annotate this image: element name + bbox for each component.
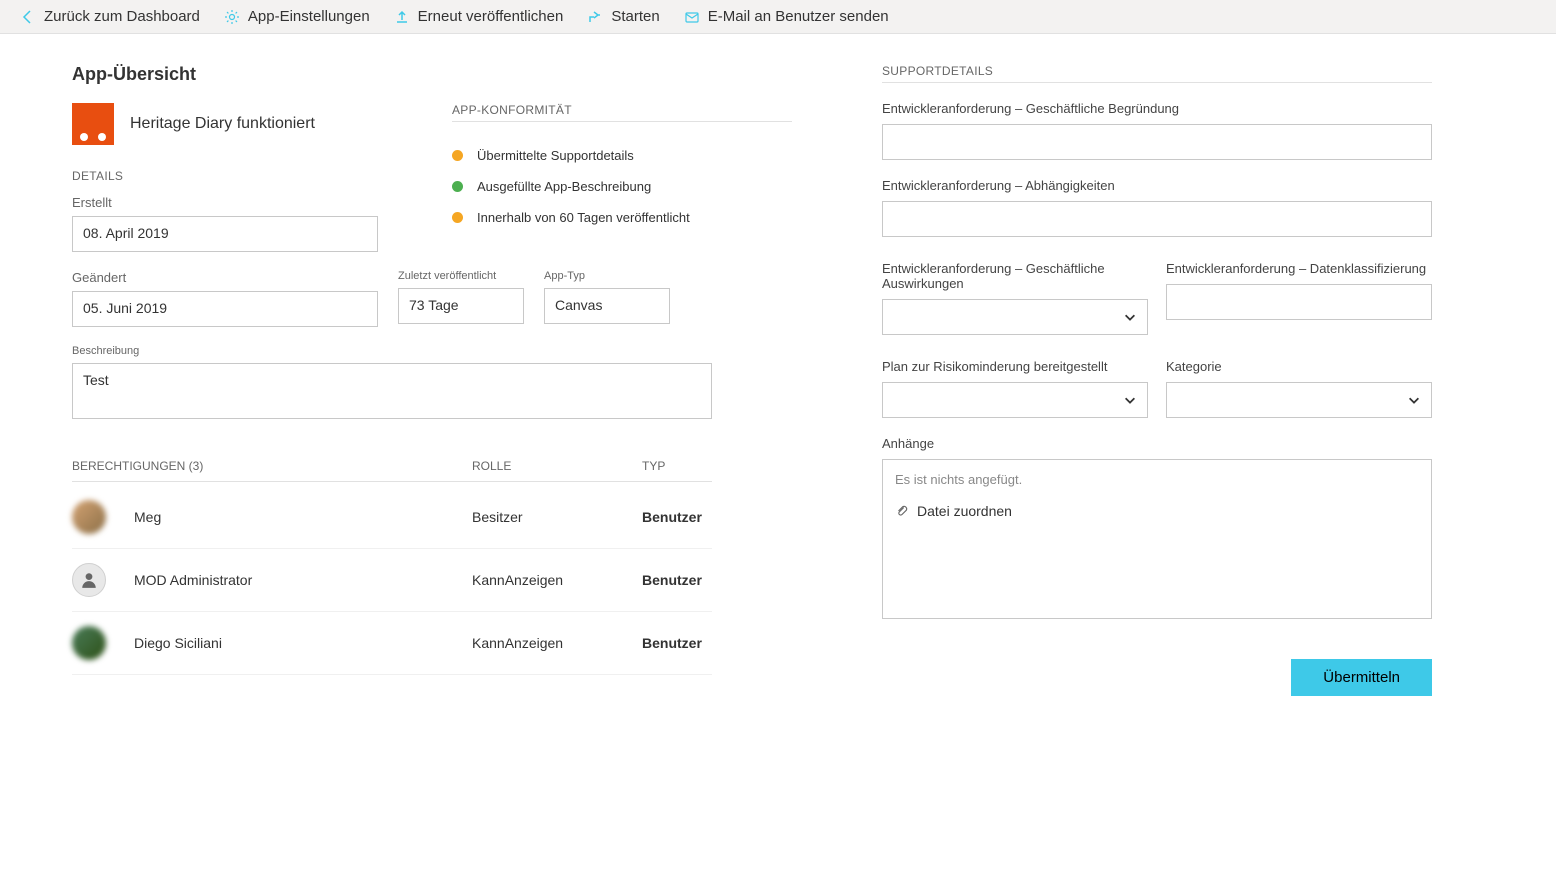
- support-title: SUPPORTDETAILS: [882, 64, 1432, 83]
- dependencies-label: Entwickleranforderung – Abhängigkeiten: [882, 178, 1432, 193]
- right-column: SUPPORTDETAILS Entwickleranforderung – G…: [882, 64, 1432, 696]
- republish-button[interactable]: Erneut veröffentlichen: [394, 8, 564, 25]
- data-classification-input[interactable]: [1166, 284, 1432, 320]
- app-name: Heritage Diary funktioniert: [130, 115, 315, 133]
- compliance-item: Innerhalb von 60 Tagen veröffentlicht: [452, 202, 792, 233]
- permissions-col-role: ROLLE: [472, 459, 642, 473]
- settings-label: App-Einstellungen: [248, 8, 370, 25]
- data-classification-label: Entwickleranforderung – Datenklassifizie…: [1166, 261, 1432, 276]
- description-value: Test: [72, 363, 712, 419]
- attachments-box: Es ist nichts angefügt. Datei zuordnen: [882, 459, 1432, 619]
- status-dot-green: [452, 181, 463, 192]
- start-button[interactable]: Starten: [587, 8, 659, 25]
- business-justification-input[interactable]: [882, 124, 1432, 160]
- description-label: Beschreibung: [72, 345, 792, 357]
- chevron-down-icon: [1123, 310, 1137, 324]
- risk-mitigation-dropdown[interactable]: [882, 382, 1148, 418]
- apptype-label: App-Typ: [544, 270, 670, 282]
- perm-type: Benutzer: [642, 572, 712, 588]
- attachments-label: Anhänge: [882, 436, 1432, 451]
- app-header: Heritage Diary funktioniert: [72, 103, 432, 145]
- arrow-left-icon: [20, 9, 36, 25]
- risk-mitigation-label: Plan zur Risikominderung bereitgestellt: [882, 359, 1148, 374]
- upload-icon: [394, 9, 410, 25]
- left-column: App-Übersicht Heritage Diary funktionier…: [72, 64, 792, 696]
- toolbar: Zurück zum Dashboard App-Einstellungen E…: [0, 0, 1556, 34]
- republish-label: Erneut veröffentlichen: [418, 8, 564, 25]
- chevron-down-icon: [1407, 393, 1421, 407]
- created-label: Erstellt: [72, 195, 432, 210]
- details-section-label: DETAILS: [72, 169, 432, 183]
- dependencies-input[interactable]: [882, 201, 1432, 237]
- back-label: Zurück zum Dashboard: [44, 8, 200, 25]
- avatar: [72, 626, 106, 660]
- apptype-value: Canvas: [544, 288, 670, 324]
- content: App-Übersicht Heritage Diary funktionier…: [0, 34, 1556, 726]
- status-dot-orange: [452, 212, 463, 223]
- status-dot-orange: [452, 150, 463, 161]
- mail-icon: [684, 9, 700, 25]
- person-icon: [80, 571, 98, 589]
- chevron-down-icon: [1123, 393, 1137, 407]
- start-label: Starten: [611, 8, 659, 25]
- perm-role: KannAnzeigen: [472, 572, 642, 588]
- gear-icon: [224, 9, 240, 25]
- page-title: App-Übersicht: [72, 64, 792, 85]
- back-button[interactable]: Zurück zum Dashboard: [20, 8, 200, 25]
- compliance-text: Ausgefüllte App-Beschreibung: [477, 179, 651, 194]
- compliance-title: APP-KONFORMITÄT: [452, 103, 792, 122]
- compliance-text: Übermittelte Supportdetails: [477, 148, 634, 163]
- email-button[interactable]: E-Mail an Benutzer senden: [684, 8, 889, 25]
- permissions-title: BERECHTIGUNGEN (3): [72, 459, 472, 473]
- business-justification-label: Entwickleranforderung – Geschäftliche Be…: [882, 101, 1432, 116]
- perm-name: MOD Administrator: [134, 572, 252, 588]
- lastpub-label: Zuletzt veröffentlicht: [398, 270, 524, 282]
- business-impact-dropdown[interactable]: [882, 299, 1148, 335]
- table-row: Meg Besitzer Benutzer: [72, 486, 712, 549]
- attach-file-button[interactable]: Datei zuordnen: [895, 503, 1419, 519]
- permissions-section: BERECHTIGUNGEN (3) ROLLE TYP Meg Besitze…: [72, 459, 712, 675]
- category-dropdown[interactable]: [1166, 382, 1432, 418]
- table-row: Diego Siciliani KannAnzeigen Benutzer: [72, 612, 712, 675]
- submit-button[interactable]: Übermitteln: [1291, 659, 1432, 696]
- created-value: 08. April 2019: [72, 216, 378, 252]
- avatar: [72, 563, 106, 597]
- compliance-list: Übermittelte Supportdetails Ausgefüllte …: [452, 140, 792, 233]
- lastpub-value: 73 Tage: [398, 288, 524, 324]
- compliance-item: Ausgefüllte App-Beschreibung: [452, 171, 792, 202]
- table-row: MOD Administrator KannAnzeigen Benutzer: [72, 549, 712, 612]
- compliance-text: Innerhalb von 60 Tagen veröffentlicht: [477, 210, 690, 225]
- perm-role: Besitzer: [472, 509, 642, 525]
- perm-role: KannAnzeigen: [472, 635, 642, 651]
- share-icon: [587, 9, 603, 25]
- modified-value: 05. Juni 2019: [72, 291, 378, 327]
- settings-button[interactable]: App-Einstellungen: [224, 8, 370, 25]
- attach-file-label: Datei zuordnen: [917, 503, 1012, 519]
- avatar: [72, 500, 106, 534]
- perm-type: Benutzer: [642, 635, 712, 651]
- perm-name: Diego Siciliani: [134, 635, 222, 651]
- compliance-item: Übermittelte Supportdetails: [452, 140, 792, 171]
- business-impact-label: Entwickleranforderung – Geschäftliche Au…: [882, 261, 1148, 291]
- perm-name: Meg: [134, 509, 161, 525]
- category-label: Kategorie: [1166, 359, 1432, 374]
- perm-type: Benutzer: [642, 509, 712, 525]
- attachments-empty: Es ist nichts angefügt.: [895, 472, 1419, 487]
- paperclip-icon: [895, 504, 909, 518]
- app-icon: [72, 103, 114, 145]
- email-label: E-Mail an Benutzer senden: [708, 8, 889, 25]
- permissions-col-type: TYP: [642, 459, 712, 473]
- modified-label: Geändert: [72, 270, 378, 285]
